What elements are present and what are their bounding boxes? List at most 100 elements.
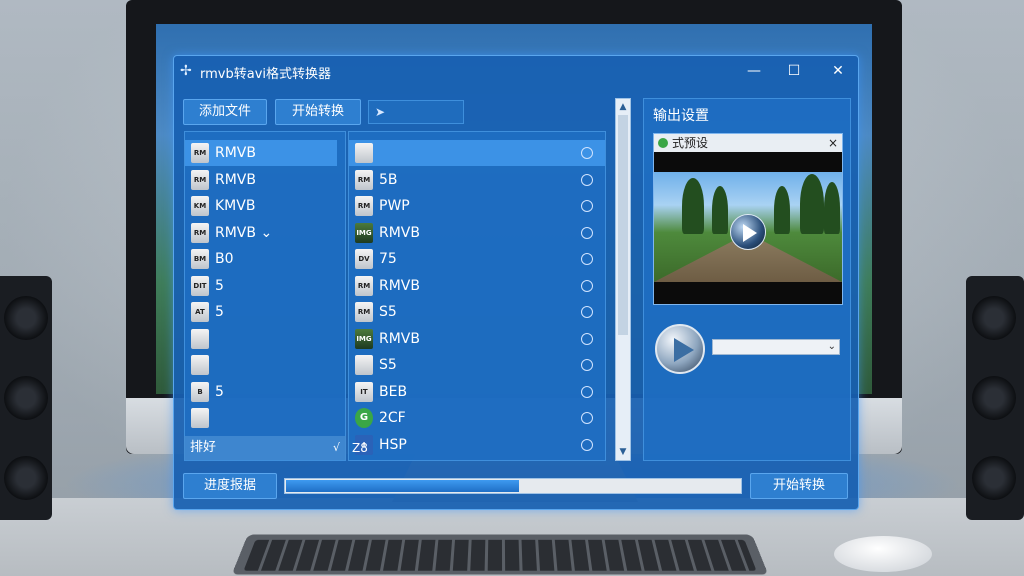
select-radio[interactable] [581, 412, 593, 424]
file-icon: DV [355, 249, 373, 269]
list-item[interactable]: DIT 5 [185, 273, 337, 299]
file-icon: B [191, 382, 209, 402]
path-field[interactable]: ➤ [368, 100, 464, 124]
file-name: B0 [215, 251, 234, 267]
select-radio[interactable] [581, 147, 593, 159]
select-radio[interactable] [581, 333, 593, 345]
format-select[interactable]: ⌄ [712, 339, 840, 355]
file-icon: RM [355, 196, 373, 216]
list-item[interactable]: G 2CF [349, 405, 606, 431]
list-item[interactable]: IT BEB [349, 379, 606, 405]
list-item[interactable]: RM PWP [349, 193, 606, 219]
file-name: RMVB [379, 331, 420, 347]
file-icon: RM [191, 170, 209, 190]
maximize-icon[interactable]: ☐ [780, 60, 808, 82]
file-name: RMVB [215, 172, 256, 188]
output-file-list: RM 5B RM PWP IMG RMVB DV 75 RM RMVB RM S5 IMG RMVB S5 I… [348, 131, 606, 461]
file-name: RMVB ⌄ [215, 225, 272, 241]
select-radio[interactable] [581, 174, 593, 186]
minimize-icon[interactable]: — [740, 60, 768, 82]
file-name: 5 [215, 384, 224, 400]
file-name: 75 [379, 251, 397, 267]
list-item[interactable] [185, 326, 337, 352]
file-name: RMVB [215, 145, 256, 161]
file-icon [355, 355, 373, 375]
file-icon [191, 329, 209, 349]
add-file-button[interactable]: 添加文件 [183, 99, 267, 125]
list-scrollbar[interactable]: ▲ ▼ [615, 98, 631, 461]
list-item[interactable]: I HSP [349, 432, 606, 458]
list-item[interactable]: KM KMVB [185, 193, 337, 219]
sort-label: 排好 [190, 440, 216, 455]
list-item[interactable]: IMG RMVB [349, 326, 606, 352]
title-bar[interactable]: ✢ rmvb转avi格式转换器 — ☐ ✕ [174, 56, 858, 86]
file-icon: AT [191, 302, 209, 322]
check-icon: √ [333, 436, 340, 460]
conversion-progress-bar [284, 478, 742, 494]
select-radio[interactable] [581, 280, 593, 292]
window-title: rmvb转avi格式转换器 [200, 63, 331, 82]
output-settings-panel: 输出设置 式预设 × ⌄ [643, 98, 851, 461]
preview-title-bar: 式预设 × [654, 134, 842, 152]
list-item[interactable]: RM RMVB [185, 140, 337, 166]
list-item[interactable]: AT 5 [185, 299, 337, 325]
select-radio[interactable] [581, 386, 593, 398]
file-name: S5 [379, 304, 397, 320]
file-icon: RM [355, 302, 373, 322]
file-icon: BM [191, 249, 209, 269]
select-radio[interactable] [581, 200, 593, 212]
scroll-thumb[interactable] [618, 115, 628, 335]
file-icon [355, 143, 373, 163]
preview-play-icon[interactable] [730, 214, 766, 250]
right-speaker [966, 276, 1024, 520]
file-icon: RM [191, 223, 209, 243]
sort-dropdown[interactable]: 排好 √ [184, 436, 346, 460]
close-icon[interactable]: ✕ [824, 60, 852, 82]
start-convert-button-top[interactable]: 开始转换 [275, 99, 361, 125]
preview-close-icon[interactable]: × [828, 134, 838, 152]
list-item[interactable]: IMG RMVB [349, 220, 606, 246]
play-icon [674, 338, 694, 362]
mid-footer-label: Z8 [352, 436, 368, 460]
list-item[interactable]: RM RMVB [185, 167, 337, 193]
source-file-list: RM RMVB RM RMVB KM KMVB RM RMVB ⌄ BM B0 DIT 5 AT 5 B 5 [184, 131, 346, 461]
scroll-down-icon[interactable]: ▼ [616, 445, 630, 459]
left-speaker [0, 276, 52, 520]
list-item[interactable]: S5 [349, 352, 606, 378]
list-item[interactable]: RM RMVB ⌄ [185, 220, 337, 246]
start-convert-button[interactable]: 开始转换 [750, 473, 848, 499]
preview-status-icon [658, 138, 668, 148]
chevron-down-icon: ⌄ [828, 340, 836, 354]
file-icon: IT [355, 382, 373, 402]
file-icon: RM [191, 143, 209, 163]
file-icon [191, 408, 209, 428]
list-item[interactable]: RM S5 [349, 299, 606, 325]
file-name: 5 [215, 278, 224, 294]
file-name: S5 [379, 357, 397, 373]
file-name: PWP [379, 198, 410, 214]
list-item[interactable]: B5 [185, 379, 337, 405]
preview-window: 式预设 × [653, 133, 843, 305]
select-radio[interactable] [581, 253, 593, 265]
list-item[interactable]: DV 75 [349, 246, 606, 272]
play-button[interactable] [655, 324, 705, 374]
list-item[interactable] [349, 140, 606, 166]
select-radio[interactable] [581, 227, 593, 239]
progress-report-button[interactable]: 进度报据 [183, 473, 277, 499]
select-radio[interactable] [581, 359, 593, 371]
list-item[interactable] [185, 352, 337, 378]
file-name: BEB [379, 384, 407, 400]
file-name: RMVB [379, 225, 420, 241]
file-name: 2CF [379, 410, 406, 426]
select-radio[interactable] [581, 306, 593, 318]
scroll-up-icon[interactable]: ▲ [616, 100, 630, 114]
list-item[interactable] [185, 405, 337, 431]
file-name: HSP [379, 437, 407, 453]
settings-title: 输出设置 [653, 105, 709, 125]
list-item[interactable]: BM B0 [185, 246, 337, 272]
select-radio[interactable] [581, 439, 593, 451]
keyboard [232, 535, 769, 575]
list-item[interactable]: RM RMVB [349, 273, 606, 299]
list-item[interactable]: RM 5B [349, 167, 606, 193]
file-icon: G [355, 408, 373, 428]
